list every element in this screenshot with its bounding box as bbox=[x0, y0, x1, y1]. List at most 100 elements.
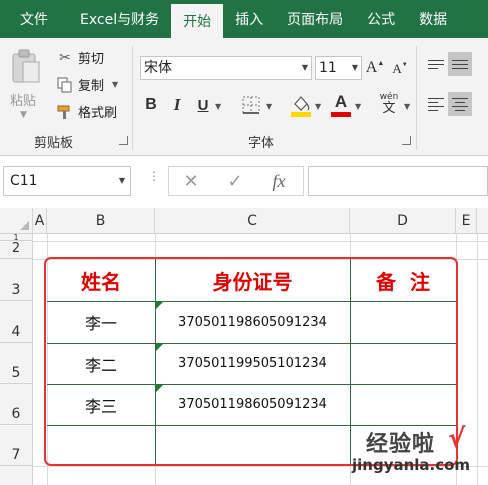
phonetic-guide-button[interactable]: wén 文 bbox=[377, 90, 401, 118]
paste-dropdown-icon[interactable]: ▼ bbox=[20, 110, 27, 120]
font-color-dropdown-icon[interactable]: ▼ bbox=[355, 102, 361, 111]
row-header-7[interactable]: 7 bbox=[0, 425, 33, 466]
group-divider bbox=[416, 46, 417, 150]
row-header-8[interactable] bbox=[0, 466, 33, 485]
watermark: 经验啦 √ jingyanla.com bbox=[344, 424, 484, 482]
align-line bbox=[428, 105, 444, 107]
grow-font-label: A bbox=[365, 59, 378, 76]
font-name-value: 宋体 bbox=[144, 60, 172, 76]
row-header-3[interactable]: 3 bbox=[0, 259, 33, 301]
tab-home[interactable]: 开始 bbox=[171, 4, 224, 38]
align-middle-button[interactable] bbox=[448, 52, 472, 76]
column-header-f[interactable] bbox=[477, 208, 488, 234]
copy-dropdown-icon[interactable]: ▼ bbox=[112, 80, 118, 89]
align-line bbox=[452, 67, 468, 69]
align-center-button[interactable] bbox=[448, 92, 472, 116]
align-left-button[interactable] bbox=[424, 92, 448, 116]
tab-page-layout[interactable]: 页面布局 bbox=[275, 0, 355, 38]
font-color-swatch bbox=[331, 112, 351, 117]
font-color-label: A bbox=[334, 92, 348, 111]
copy-button[interactable]: 复制 ▼ bbox=[56, 75, 118, 94]
fill-color-dropdown-icon[interactable]: ▼ bbox=[315, 102, 321, 111]
align-top-button[interactable] bbox=[424, 52, 448, 76]
font-size-value: 11 bbox=[319, 60, 337, 76]
tab-file[interactable]: 文件 bbox=[0, 0, 68, 38]
tab-formulas[interactable]: 公式 bbox=[355, 0, 407, 38]
column-header-e[interactable]: E bbox=[456, 208, 477, 234]
watermark-text: 经验啦 bbox=[366, 432, 436, 457]
align-line bbox=[428, 97, 444, 99]
font-name-select[interactable]: 宋体 ▼ bbox=[140, 56, 312, 80]
format-painter-icon bbox=[56, 103, 74, 121]
formula-input[interactable] bbox=[308, 166, 488, 196]
bold-button[interactable]: B bbox=[142, 94, 160, 116]
tab-data[interactable]: 数据 bbox=[407, 0, 459, 38]
ribbon-home: 粘贴 ▼ ✂ 剪切 复制 ▼ 格式刷 剪贴板 宋体 ▼ 11 ▼ A ▲ A ▼ B… bbox=[0, 38, 488, 156]
check-icon: √ bbox=[448, 424, 466, 454]
row-header-6[interactable]: 6 bbox=[0, 384, 33, 425]
row-header-5[interactable]: 5 bbox=[0, 343, 33, 384]
formula-buttons: ✕ ✓ fx bbox=[168, 166, 304, 196]
column-header-d[interactable]: D bbox=[350, 208, 456, 234]
cut-label: 剪切 bbox=[78, 52, 105, 67]
copy-label: 复制 bbox=[78, 79, 105, 94]
underline-dropdown-icon[interactable]: ▼ bbox=[215, 102, 221, 111]
clipboard-group-label: 剪贴板 bbox=[34, 136, 74, 151]
copy-icon bbox=[56, 76, 74, 94]
align-line bbox=[452, 97, 468, 99]
name-box-value: C11 bbox=[10, 173, 38, 189]
row-header-2[interactable]: 2 bbox=[0, 241, 33, 259]
column-header-b[interactable]: B bbox=[47, 208, 155, 234]
fill-color-button[interactable] bbox=[290, 92, 312, 118]
select-all-button[interactable] bbox=[0, 208, 33, 234]
shrink-font-button[interactable]: A ▼ bbox=[392, 60, 408, 78]
enter-icon[interactable]: ✓ bbox=[217, 167, 253, 195]
align-line bbox=[428, 59, 444, 61]
shrink-font-icon: ▼ bbox=[401, 61, 408, 68]
font-launcher-icon[interactable] bbox=[402, 136, 411, 145]
borders-button[interactable] bbox=[241, 95, 261, 115]
align-line bbox=[452, 59, 468, 61]
shrink-font-label: A bbox=[392, 61, 402, 76]
tab-insert[interactable]: 插入 bbox=[223, 0, 275, 38]
cut-button[interactable]: ✂ 剪切 bbox=[56, 48, 105, 68]
grow-font-button[interactable]: A ▲ bbox=[365, 58, 385, 78]
phonetic-dropdown-icon[interactable]: ▼ bbox=[404, 102, 410, 111]
align-line bbox=[428, 101, 438, 103]
align-line bbox=[428, 67, 438, 69]
paste-icon bbox=[12, 49, 40, 83]
font-color-button[interactable]: A bbox=[330, 92, 352, 118]
paste-label: 粘贴 bbox=[10, 94, 37, 109]
clipboard-launcher-icon[interactable] bbox=[119, 136, 128, 145]
chevron-down-icon: ▼ bbox=[301, 63, 308, 72]
ribbon-tab-bar: 文件 Excel与财务 开始 插入 页面布局 公式 数据 bbox=[0, 0, 488, 38]
borders-icon bbox=[242, 96, 260, 114]
fill-bucket-icon bbox=[291, 96, 311, 117]
borders-dropdown-icon[interactable]: ▼ bbox=[266, 102, 272, 111]
watermark-url: jingyanla.com bbox=[352, 456, 471, 474]
name-box[interactable]: C11 ▼ bbox=[3, 166, 131, 196]
align-line bbox=[452, 105, 468, 107]
format-painter-label: 格式刷 bbox=[78, 106, 118, 121]
cancel-icon[interactable]: ✕ bbox=[173, 167, 209, 195]
resize-handle-icon[interactable]: ⋮ bbox=[148, 170, 160, 182]
formula-bar: C11 ▼ ⋮ ✕ ✓ fx bbox=[0, 156, 488, 208]
format-painter-button[interactable]: 格式刷 bbox=[56, 102, 117, 121]
column-header-a[interactable]: A bbox=[33, 208, 47, 234]
select-all-icon bbox=[20, 221, 29, 230]
align-line bbox=[428, 109, 438, 111]
align-line bbox=[452, 63, 468, 65]
grow-font-icon: ▲ bbox=[377, 59, 385, 67]
align-line bbox=[455, 101, 465, 103]
group-divider bbox=[132, 46, 133, 150]
row-header-1[interactable]: 1 bbox=[0, 233, 33, 242]
font-group-label: 字体 bbox=[248, 136, 275, 151]
font-size-select[interactable]: 11 ▼ bbox=[315, 56, 362, 80]
underline-button[interactable]: U bbox=[194, 94, 212, 116]
chevron-down-icon: ▼ bbox=[351, 63, 358, 72]
row-header-4[interactable]: 4 bbox=[0, 301, 33, 343]
italic-button[interactable]: I bbox=[168, 94, 186, 116]
tab-excel-finance[interactable]: Excel与财务 bbox=[68, 0, 171, 38]
insert-function-button[interactable]: fx bbox=[261, 167, 297, 195]
column-header-c[interactable]: C bbox=[155, 208, 350, 234]
